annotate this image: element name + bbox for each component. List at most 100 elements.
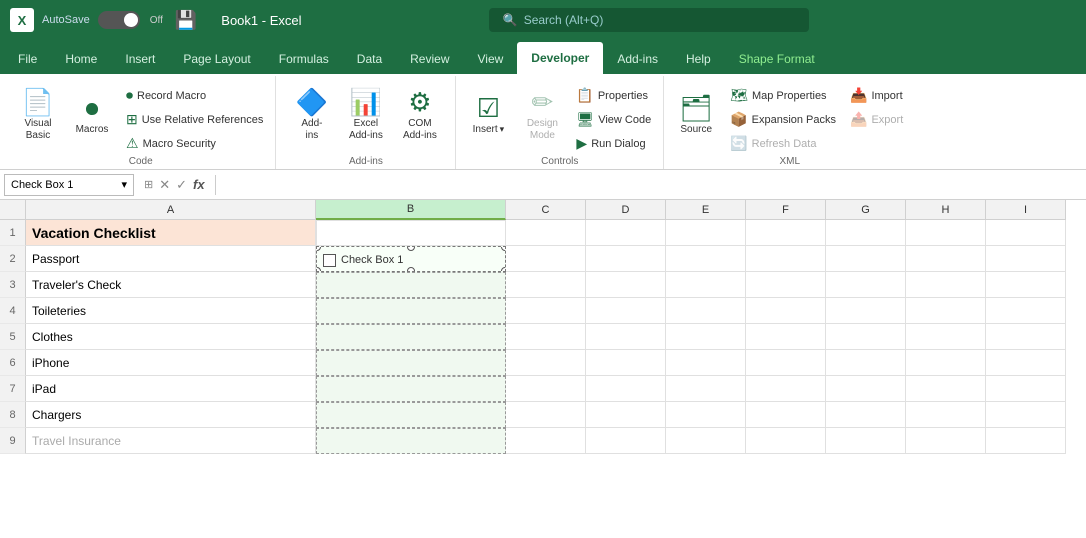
export-button[interactable]: 📤 Export [844,108,909,131]
col-header-g[interactable]: G [826,200,906,220]
col-header-a[interactable]: A [26,200,316,220]
cell-h7[interactable] [906,376,986,402]
cell-g5[interactable] [826,324,906,350]
col-header-f[interactable]: F [746,200,826,220]
add-ins-button[interactable]: 🔷 Add-ins [286,80,338,148]
cell-g9[interactable] [826,428,906,454]
cell-a8[interactable]: Chargers [26,402,316,428]
cell-d4[interactable] [586,298,666,324]
cell-b1[interactable] [316,220,506,246]
name-box[interactable]: Check Box 1 ▾ [4,174,134,196]
cell-b3[interactable] [316,272,506,298]
cell-i6[interactable] [986,350,1066,376]
cell-e5[interactable] [666,324,746,350]
cell-c3[interactable] [506,272,586,298]
cell-a7[interactable]: iPad [26,376,316,402]
cell-i2[interactable] [986,246,1066,272]
cell-b8[interactable] [316,402,506,428]
tab-add-ins[interactable]: Add-ins [603,44,672,74]
handle-tr[interactable] [501,246,506,251]
cell-d7[interactable] [586,376,666,402]
cell-b4[interactable] [316,298,506,324]
cell-f8[interactable] [746,402,826,428]
function-icon[interactable]: fx [193,177,205,192]
cell-g1[interactable] [826,220,906,246]
handle-tl[interactable] [316,246,321,251]
cell-b9[interactable] [316,428,506,454]
map-properties-button[interactable]: 🗺 Map Properties [724,84,842,107]
cell-d1[interactable] [586,220,666,246]
cell-h9[interactable] [906,428,986,454]
tab-review[interactable]: Review [396,44,463,74]
cell-f1[interactable] [746,220,826,246]
tab-data[interactable]: Data [343,44,396,74]
cell-d2[interactable] [586,246,666,272]
cell-e1[interactable] [666,220,746,246]
cell-f6[interactable] [746,350,826,376]
handle-tm[interactable] [407,246,415,251]
cell-e7[interactable] [666,376,746,402]
cell-c7[interactable] [506,376,586,402]
col-header-c[interactable]: C [506,200,586,220]
cell-c4[interactable] [506,298,586,324]
cell-f7[interactable] [746,376,826,402]
col-header-i[interactable]: I [986,200,1066,220]
run-dialog-button[interactable]: ▶ Run Dialog [570,132,657,155]
cell-f4[interactable] [746,298,826,324]
record-macro-button[interactable]: ⏺ Record Macro [120,84,269,107]
cell-c8[interactable] [506,402,586,428]
autosave-toggle[interactable] [98,11,140,29]
cell-g7[interactable] [826,376,906,402]
cell-i8[interactable] [986,402,1066,428]
tab-help[interactable]: Help [672,44,725,74]
macros-button[interactable]: ⏺ Macros [66,80,118,148]
cell-i1[interactable] [986,220,1066,246]
cell-g2[interactable] [826,246,906,272]
visual-basic-button[interactable]: 📄 VisualBasic [12,80,64,148]
checkbox-box[interactable] [323,254,336,267]
tab-developer[interactable]: Developer [517,42,603,74]
cell-e8[interactable] [666,402,746,428]
expansion-packs-button[interactable]: 📦 Expansion Packs [724,108,842,131]
cancel-icon[interactable]: ✕ [159,177,170,193]
tab-insert[interactable]: Insert [111,44,169,74]
cell-h2[interactable] [906,246,986,272]
cell-b5[interactable] [316,324,506,350]
cell-a4[interactable]: Toileteries [26,298,316,324]
search-bar[interactable]: 🔍 Search (Alt+Q) [489,8,809,32]
formula-input[interactable] [220,177,1082,193]
cell-b6[interactable] [316,350,506,376]
cell-h8[interactable] [906,402,986,428]
cell-c6[interactable] [506,350,586,376]
cell-d8[interactable] [586,402,666,428]
cell-i9[interactable] [986,428,1066,454]
cell-e4[interactable] [666,298,746,324]
cell-g3[interactable] [826,272,906,298]
tab-shape-format[interactable]: Shape Format [725,44,829,74]
source-button[interactable]: 🗂 Source [670,80,722,148]
cell-f2[interactable] [746,246,826,272]
cell-d9[interactable] [586,428,666,454]
cell-g6[interactable] [826,350,906,376]
col-header-e[interactable]: E [666,200,746,220]
cell-e6[interactable] [666,350,746,376]
tab-home[interactable]: Home [51,44,111,74]
col-header-h[interactable]: H [906,200,986,220]
refresh-data-button[interactable]: 🔄 Refresh Data [724,132,842,155]
cell-h3[interactable] [906,272,986,298]
col-header-d[interactable]: D [586,200,666,220]
properties-button[interactable]: 📋 Properties [570,84,657,107]
cell-h4[interactable] [906,298,986,324]
cell-f3[interactable] [746,272,826,298]
cell-e9[interactable] [666,428,746,454]
cell-c1[interactable] [506,220,586,246]
col-header-b[interactable]: B [316,200,506,220]
import-button[interactable]: 📥 Import [844,84,909,107]
cell-f9[interactable] [746,428,826,454]
cell-h6[interactable] [906,350,986,376]
cell-c9[interactable] [506,428,586,454]
view-code-button[interactable]: 🖥 View Code [570,108,657,131]
cell-a6[interactable]: iPhone [26,350,316,376]
checkbox-control[interactable]: Check Box 1 [323,254,403,267]
cell-i7[interactable] [986,376,1066,402]
